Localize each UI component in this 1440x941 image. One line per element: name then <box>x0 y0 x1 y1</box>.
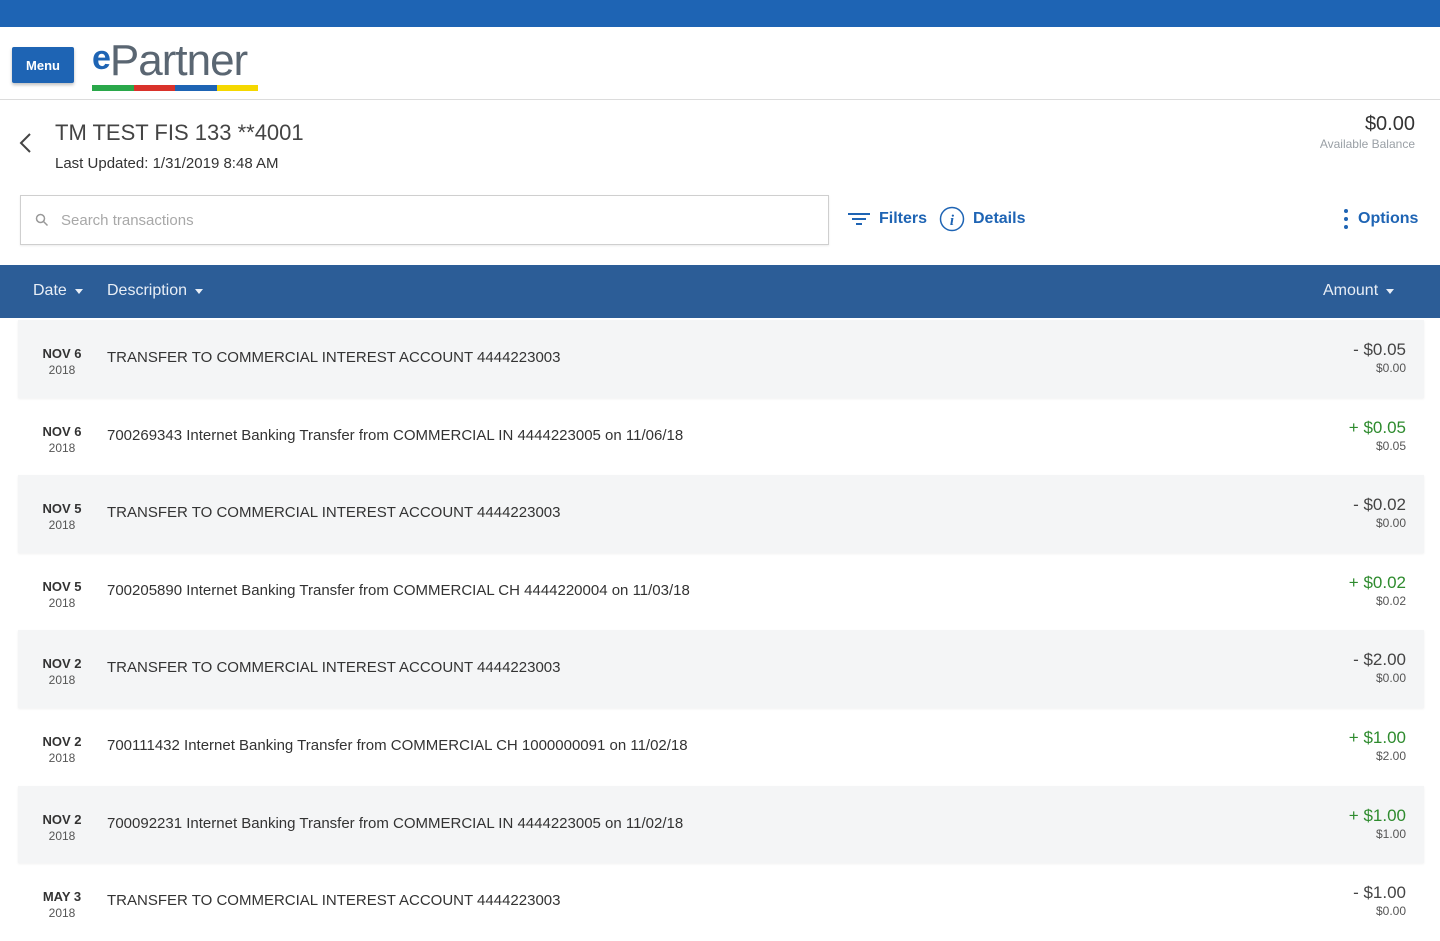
transaction-month-day: NOV 2 <box>42 656 82 672</box>
search-input[interactable] <box>61 206 811 234</box>
transaction-amount-value: + $1.00 <box>1348 805 1406 825</box>
running-balance: $2.00 <box>1375 748 1406 763</box>
filter-icon <box>848 213 870 225</box>
transaction-description: TRANSFER TO COMMERCIAL INTEREST ACCOUNT … <box>107 349 561 366</box>
transaction-year: 2018 <box>48 750 76 765</box>
transaction-date: NOV 2 2018 <box>36 655 88 689</box>
search-icon <box>35 213 49 227</box>
transaction-date: NOV 6 2018 <box>36 423 88 457</box>
running-balance: $0.00 <box>1375 361 1406 375</box>
transaction-row[interactable]: NOV 2 2018 700111432 Internet Banking Tran… <box>18 708 1424 786</box>
transaction-amount-value: + $1.00 <box>1348 727 1406 747</box>
svg-text:i: i <box>950 213 955 229</box>
running-balance: $1.00 <box>1375 826 1406 841</box>
transaction-description: TRANSFER TO COMMERCIAL INTEREST ACCOUNT … <box>107 892 561 910</box>
transaction-row[interactable]: NOV 2 2018 TRANSFER TO COMMERCIAL INTEREST… <box>18 630 1424 708</box>
transaction-description: 700269343 Internet Banking Transfer from… <box>107 426 684 444</box>
transaction-amount: - $0.02 $0.00 <box>1353 495 1406 531</box>
transaction-description: TRANSFER TO COMMERCIAL INTEREST ACCOUNT … <box>107 504 561 522</box>
transaction-amount: - $0.05 $0.00 <box>1353 340 1406 376</box>
transaction-row[interactable]: NOV 6 2018 TRANSFER TO COMMERCIAL INTEREST… <box>18 320 1424 398</box>
info-icon: i <box>939 206 965 232</box>
transaction-year: 2018 <box>48 673 76 688</box>
running-balance: $0.00 <box>1375 671 1406 686</box>
transaction-year: 2018 <box>48 518 76 533</box>
transaction-amount: + $0.02 $0.02 <box>1349 573 1406 609</box>
transaction-month-day: NOV 6 <box>42 423 82 439</box>
transaction-description: 700111432 Internet Banking Transfer from… <box>107 736 688 754</box>
available-balance-amount: $0.00 <box>1364 113 1415 135</box>
caret-down-icon <box>1386 288 1395 294</box>
app-header: Menu ePartner <box>0 27 1440 100</box>
transaction-row[interactable]: NOV 6 2018 700269343 Internet Banking Tran… <box>18 398 1424 476</box>
transactions-list: NOV 6 2018 TRANSFER TO COMMERCIAL INTEREST… <box>18 320 1424 941</box>
transaction-amount: + $0.05 $0.05 <box>1349 418 1406 454</box>
transaction-row[interactable]: NOV 5 2018 700205890 Internet Banking Tran… <box>18 553 1424 631</box>
running-balance: $0.05 <box>1375 438 1406 453</box>
transaction-year: 2018 <box>48 828 76 843</box>
transaction-date: NOV 5 2018 <box>36 578 88 612</box>
caret-down-icon <box>195 288 204 294</box>
transaction-year: 2018 <box>48 595 76 610</box>
transaction-amount-value: - $2.00 <box>1353 650 1406 670</box>
sort-description-header[interactable]: Description <box>107 282 204 300</box>
options-button[interactable]: Options <box>1340 203 1418 235</box>
filters-label: Filters <box>879 210 928 227</box>
transaction-amount-value: + $0.05 <box>1348 417 1406 437</box>
transaction-amount: - $1.00 $0.00 <box>1353 883 1406 919</box>
more-vertical-icon <box>1344 209 1348 229</box>
options-label: Options <box>1358 210 1419 227</box>
logo-wordmark: ePartner <box>92 36 248 85</box>
logo-color-bar <box>92 85 258 91</box>
details-label: Details <box>973 210 1026 227</box>
transaction-date: NOV 2 2018 <box>36 811 88 845</box>
sort-amount-header[interactable]: Amount <box>1323 282 1395 300</box>
filters-button[interactable]: Filters <box>847 203 927 235</box>
transaction-amount-value: - $1.00 <box>1353 883 1406 903</box>
transaction-amount-value: - $0.02 <box>1353 495 1406 515</box>
transaction-amount-value: + $0.02 <box>1348 572 1406 592</box>
transaction-month-day: NOV 2 <box>42 733 82 749</box>
transaction-year: 2018 <box>48 363 76 377</box>
transaction-description: 700205890 Internet Banking Transfer from… <box>107 581 690 599</box>
running-balance: $0.00 <box>1375 516 1406 531</box>
transaction-amount: + $1.00 $1.00 <box>1349 806 1406 842</box>
search-box[interactable] <box>20 195 829 245</box>
transaction-description: 700092231 Internet Banking Transfer from… <box>107 814 684 832</box>
transaction-date: NOV 5 2018 <box>36 500 88 534</box>
transaction-month-day: NOV 5 <box>42 578 82 594</box>
account-summary: TM TEST FIS 133 **4001 Last Updated: 1/3… <box>0 100 1440 190</box>
transaction-row[interactable]: MAY 3 2018 TRANSFER TO COMMERCIAL INTEREST… <box>18 863 1424 941</box>
transaction-amount-value: - $0.05 <box>1353 340 1406 359</box>
transaction-month-day: NOV 5 <box>42 501 82 517</box>
transaction-year: 2018 <box>48 440 76 455</box>
transaction-amount: - $2.00 $0.00 <box>1353 650 1406 686</box>
details-button[interactable]: i Details <box>939 203 1025 235</box>
transaction-date: NOV 2 2018 <box>36 733 88 767</box>
transaction-month-day: MAY 3 <box>42 889 82 905</box>
sort-date-header[interactable]: Date <box>33 282 83 300</box>
transaction-row[interactable]: NOV 5 2018 TRANSFER TO COMMERCIAL INTEREST… <box>18 475 1424 553</box>
transaction-date: NOV 6 2018 <box>36 345 88 379</box>
transaction-month-day: NOV 6 <box>42 346 82 361</box>
transaction-description: TRANSFER TO COMMERCIAL INTEREST ACCOUNT … <box>107 659 561 677</box>
top-accent-bar <box>0 0 1440 27</box>
epartner-logo[interactable]: ePartner <box>92 35 258 91</box>
back-arrow-icon[interactable] <box>16 130 36 156</box>
last-updated: Last Updated: 1/31/2019 8:48 AM <box>55 155 279 172</box>
available-balance-label: Available Balance <box>1319 137 1415 151</box>
transaction-row[interactable]: NOV 2 2018 700092231 Internet Banking Tran… <box>18 785 1424 864</box>
transaction-amount: + $1.00 $2.00 <box>1349 728 1406 764</box>
transaction-date: MAY 3 2018 <box>36 888 88 922</box>
transactions-table-header: Date Description Amount <box>0 265 1440 318</box>
transaction-year: 2018 <box>48 906 76 921</box>
caret-down-icon <box>74 288 83 294</box>
menu-button[interactable]: Menu <box>12 47 74 83</box>
running-balance: $0.02 <box>1375 593 1406 608</box>
transaction-month-day: NOV 2 <box>42 811 82 827</box>
account-title: TM TEST FIS 133 **4001 <box>55 120 304 145</box>
running-balance: $0.00 <box>1375 904 1406 919</box>
